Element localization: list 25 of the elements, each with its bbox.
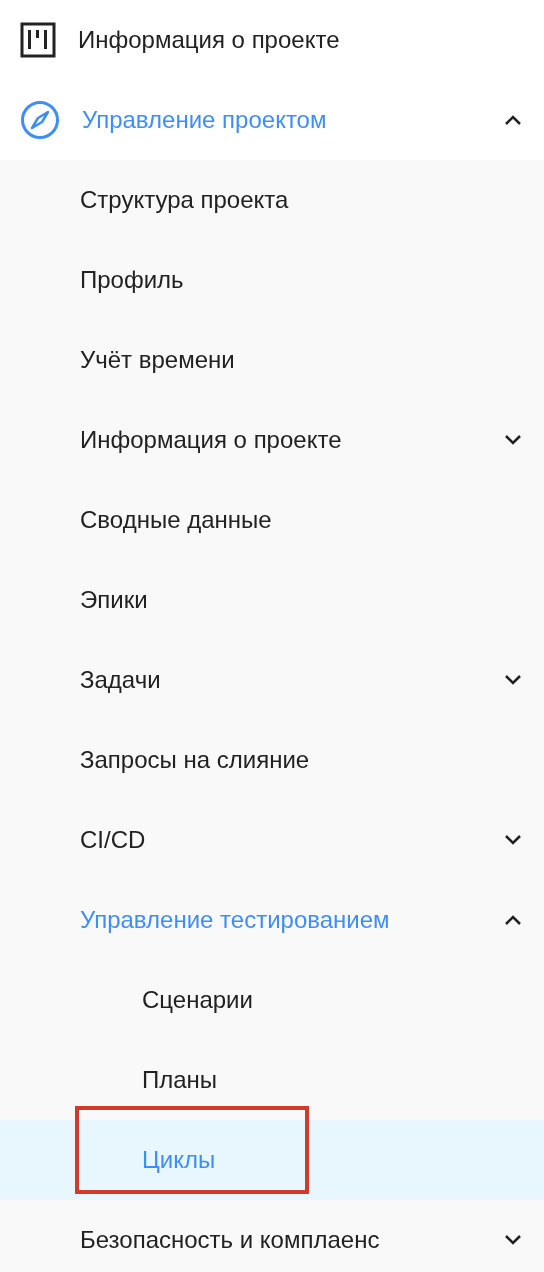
- chevron-down-icon: [504, 1234, 522, 1246]
- compass-icon: [20, 100, 60, 140]
- item-label: Управление тестированием: [80, 905, 390, 935]
- item-label: Сценарии: [142, 985, 253, 1015]
- chevron-up-icon: [504, 114, 522, 126]
- item-label: Сводные данные: [80, 505, 272, 535]
- chevron-up-icon: [504, 914, 522, 926]
- item-label: Запросы на слияние: [80, 745, 310, 775]
- item-label: Информация о проекте: [80, 425, 342, 455]
- chevron-down-icon: [504, 674, 522, 686]
- chevron-down-icon: [504, 434, 522, 446]
- item-label: Задачи: [80, 665, 161, 695]
- item-label: Управление проектом: [82, 105, 327, 135]
- item-label: Информация о проекте: [78, 25, 340, 55]
- item-label: Планы: [142, 1065, 218, 1095]
- item-label: Профиль: [80, 265, 184, 295]
- item-label: Эпики: [80, 585, 148, 615]
- item-label: Циклы: [142, 1145, 216, 1175]
- sidebar-item[interactable]: Информация о проекте: [0, 0, 544, 80]
- item-label: Структура проекта: [80, 185, 289, 215]
- item-label: Учёт времени: [80, 345, 235, 375]
- item-label: CI/CD: [80, 825, 146, 855]
- chevron-down-icon: [504, 834, 522, 846]
- item-label: Безопасность и комплаенс: [80, 1225, 380, 1255]
- board-icon: [20, 22, 56, 58]
